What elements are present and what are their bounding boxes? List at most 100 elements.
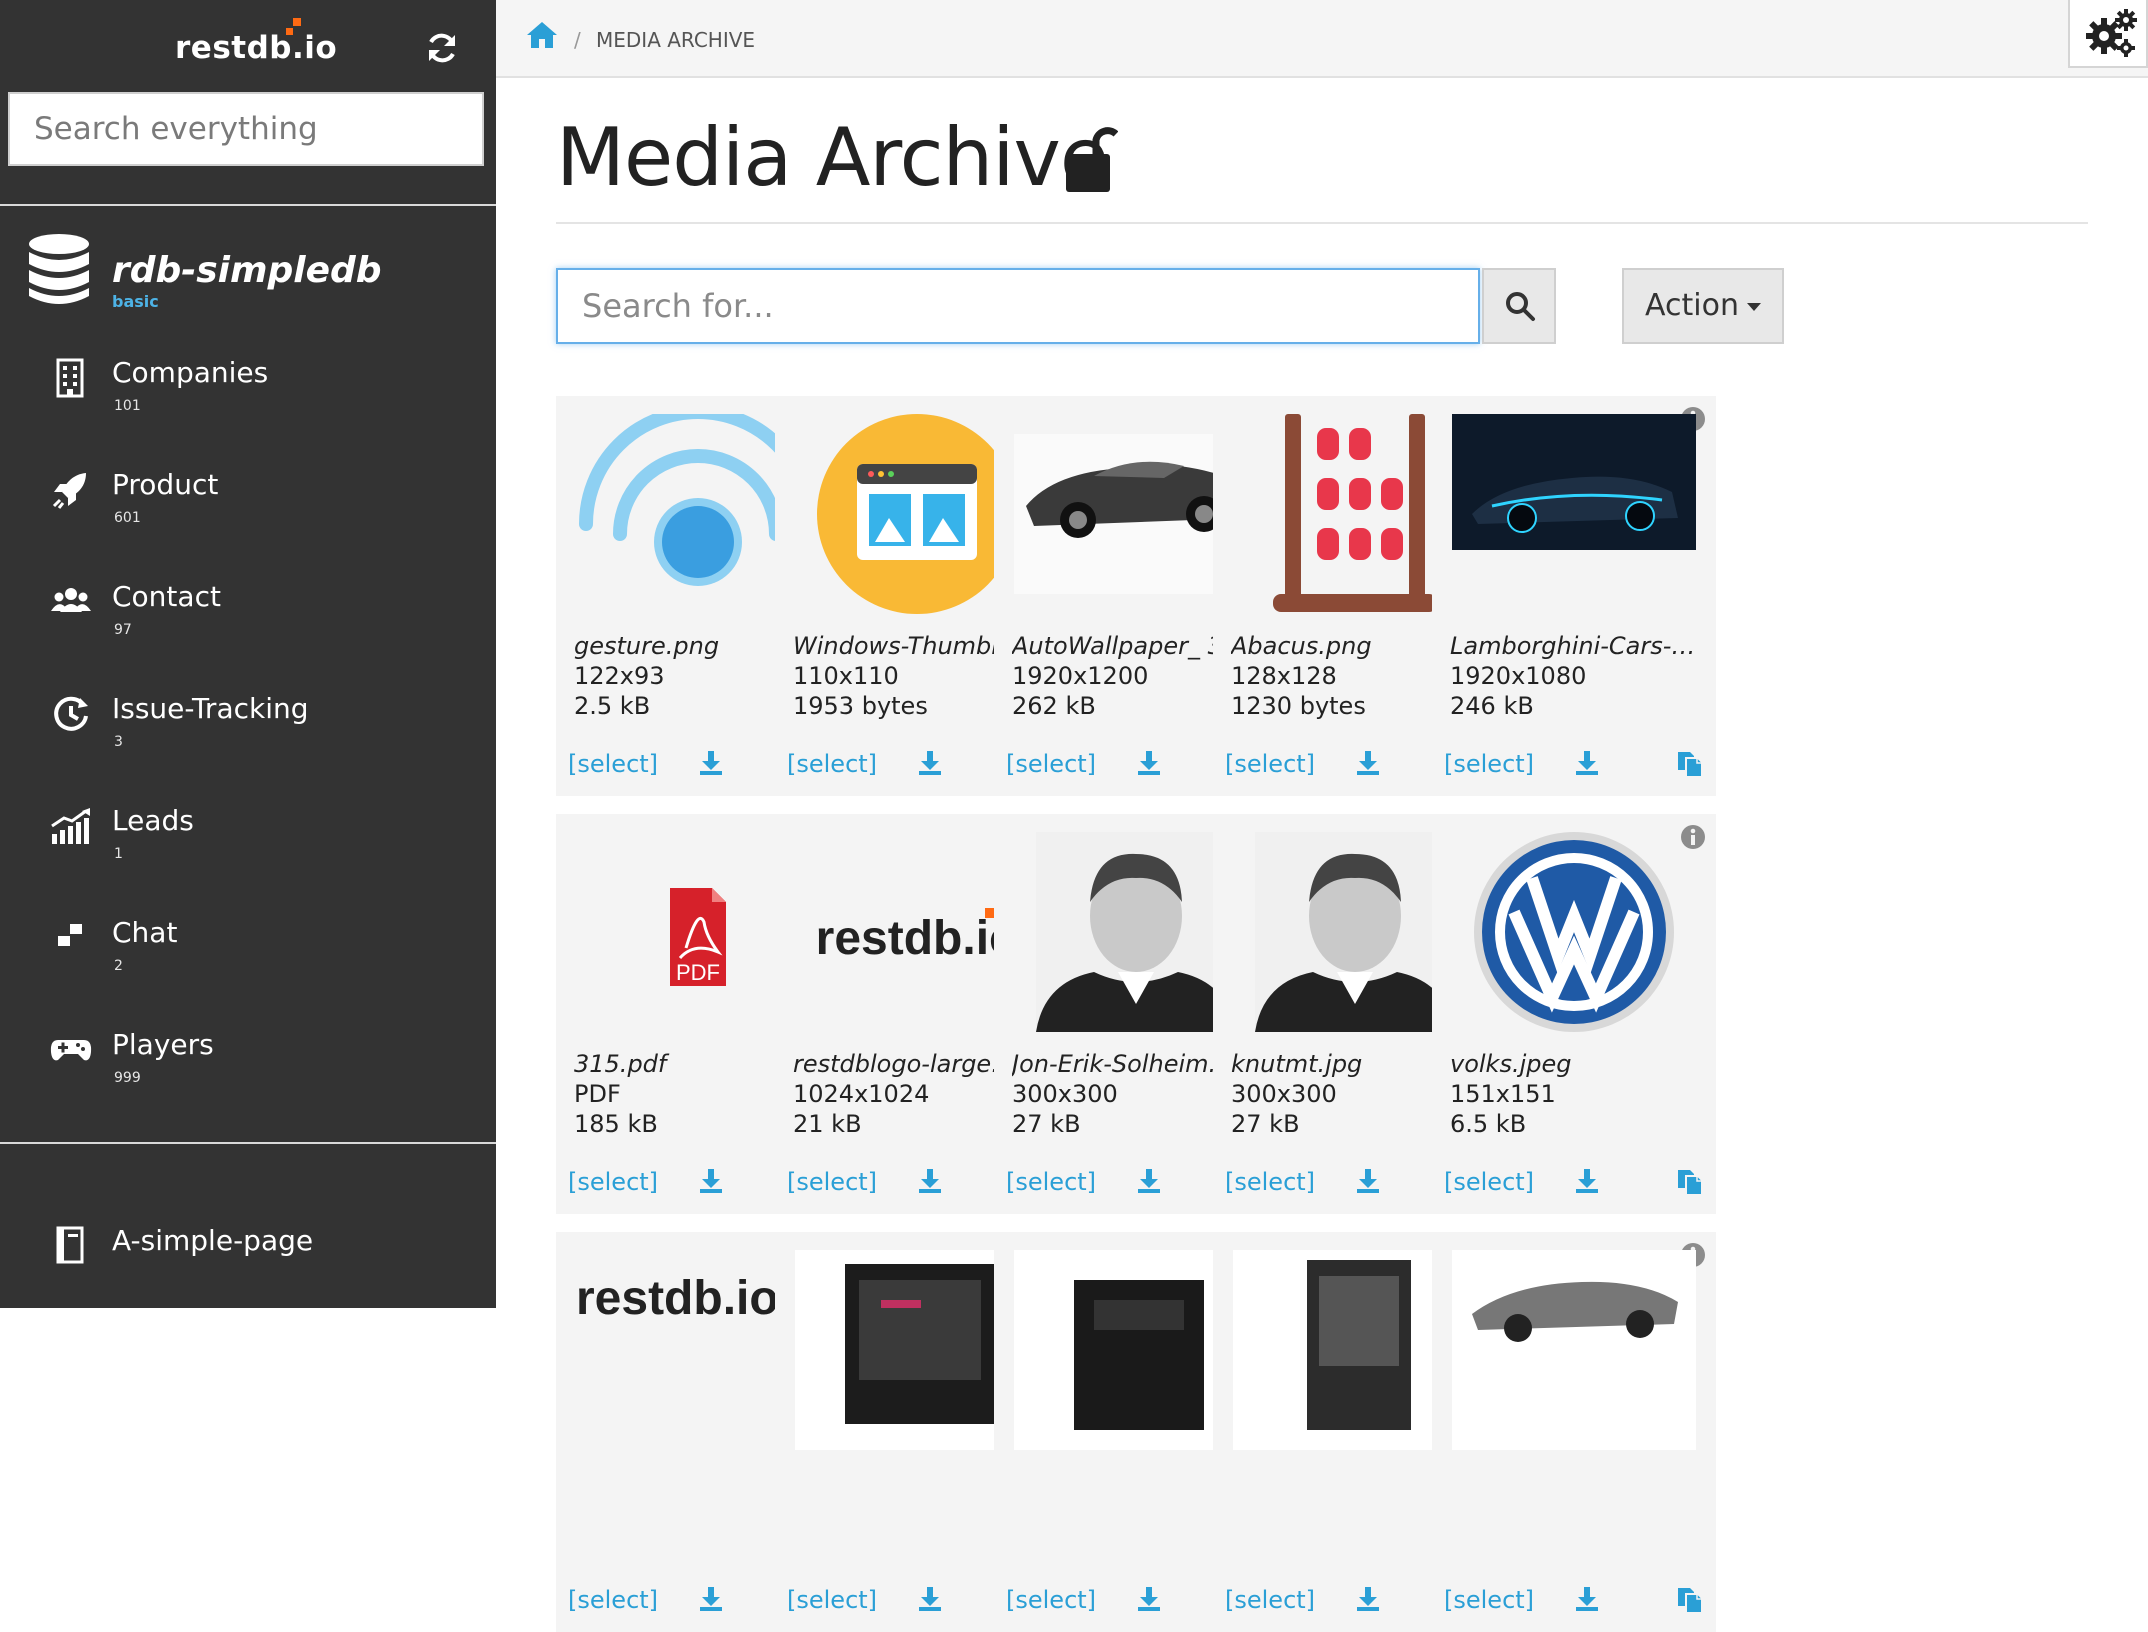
media-thumbnail[interactable] bbox=[1452, 1250, 1696, 1450]
download-icon[interactable] bbox=[1355, 1168, 1381, 1194]
users-icon bbox=[51, 588, 91, 612]
download-icon[interactable] bbox=[698, 750, 724, 776]
download-icon[interactable] bbox=[1574, 750, 1600, 776]
select-link[interactable]: [select] bbox=[1225, 750, 1315, 778]
download-icon[interactable] bbox=[698, 1586, 724, 1612]
download-icon[interactable] bbox=[917, 750, 943, 776]
gears-icon bbox=[2086, 9, 2137, 57]
media-dimensions: 122x93 bbox=[574, 662, 665, 690]
sidebar-item-label: Leads bbox=[112, 804, 194, 837]
media-thumbnail[interactable] bbox=[1452, 414, 1696, 614]
sidebar-page-a-simple-page[interactable]: A-simple-page bbox=[0, 1220, 496, 1320]
select-link[interactable]: [select] bbox=[1225, 1586, 1315, 1614]
sidebar-divider bbox=[0, 204, 496, 206]
rocket-icon bbox=[52, 473, 86, 509]
download-icon[interactable] bbox=[1574, 1586, 1600, 1612]
copy-icon[interactable] bbox=[1676, 750, 1704, 778]
media-filename: volks.jpeg bbox=[1450, 1050, 1572, 1078]
media-search-input[interactable] bbox=[556, 268, 1480, 344]
download-icon[interactable] bbox=[917, 1586, 943, 1612]
sidebar-item-product[interactable]: Product 601 bbox=[0, 464, 496, 564]
select-link[interactable]: [select] bbox=[787, 750, 877, 778]
download-icon[interactable] bbox=[1355, 1586, 1381, 1612]
media-dimensions: 151x151 bbox=[1450, 1080, 1556, 1108]
database-name[interactable]: rdb-simpledb bbox=[112, 250, 382, 291]
sidebar-divider bbox=[0, 1142, 496, 1144]
lamborghini-image bbox=[1452, 414, 1696, 550]
media-filesize: 2.5 kB bbox=[574, 692, 651, 720]
sidebar-item-label: Chat bbox=[112, 916, 178, 949]
search-button[interactable] bbox=[1482, 268, 1556, 344]
select-link[interactable]: [select] bbox=[1444, 750, 1534, 778]
media-card[interactable]: [select] bbox=[1432, 1232, 1716, 1632]
media-dimensions: 1920x1080 bbox=[1450, 662, 1587, 690]
unlock-icon[interactable] bbox=[1064, 124, 1118, 194]
brand-name: restdb.io bbox=[175, 30, 338, 66]
brand-mark-icon bbox=[286, 18, 301, 35]
gamepad-icon bbox=[50, 1040, 92, 1061]
sidebar-item-label: Companies bbox=[112, 356, 269, 389]
sidebar-item-chat[interactable]: Chat 2 bbox=[0, 912, 496, 1012]
media-dimensions: 300x300 bbox=[1231, 1080, 1337, 1108]
download-icon[interactable] bbox=[1136, 1168, 1162, 1194]
sidebar-item-leads[interactable]: Leads 1 bbox=[0, 800, 496, 900]
sidebar-item-count: 2 bbox=[114, 958, 123, 974]
tracking-icon bbox=[54, 696, 88, 731]
breadcrumb: / MEDIA ARCHIVE bbox=[496, 0, 2148, 78]
action-label: Action bbox=[1645, 288, 1739, 323]
chart-bars-icon bbox=[51, 808, 90, 844]
copy-icon[interactable] bbox=[1676, 1168, 1704, 1196]
silver-car-image bbox=[1452, 1250, 1696, 1450]
media-card[interactable]: Lamborghini-Cars-HD-... 1920x1080 246 kB… bbox=[1432, 396, 1716, 796]
select-link[interactable]: [select] bbox=[1444, 1168, 1534, 1196]
action-dropdown-button[interactable]: Action bbox=[1622, 268, 1784, 344]
svg-text:restdb.io: restdb.io bbox=[576, 1272, 779, 1325]
home-icon[interactable] bbox=[526, 20, 558, 50]
sidebar-search-input[interactable] bbox=[8, 92, 484, 166]
sidebar-item-players[interactable]: Players 999 bbox=[0, 1024, 496, 1124]
download-icon[interactable] bbox=[1355, 750, 1381, 776]
media-dimensions: 110x110 bbox=[793, 662, 899, 690]
select-link[interactable]: [select] bbox=[568, 750, 658, 778]
select-link[interactable]: [select] bbox=[787, 1586, 877, 1614]
download-icon[interactable] bbox=[698, 1168, 724, 1194]
refresh-icon[interactable] bbox=[424, 30, 460, 66]
select-link[interactable]: [select] bbox=[1006, 1168, 1096, 1196]
sidebar-item-count: 1 bbox=[114, 846, 123, 862]
title-divider bbox=[556, 222, 2088, 224]
download-icon[interactable] bbox=[1136, 1586, 1162, 1612]
media-thumbnail[interactable] bbox=[1452, 832, 1696, 1032]
page-title: Media Archive bbox=[556, 111, 1109, 204]
select-link[interactable]: [select] bbox=[568, 1586, 658, 1614]
brand-logo[interactable]: restdb.io bbox=[175, 30, 337, 66]
volkswagen-logo-image bbox=[1474, 832, 1674, 1032]
database-plan-badge: basic bbox=[112, 292, 159, 311]
breadcrumb-current: MEDIA ARCHIVE bbox=[596, 28, 756, 52]
select-link[interactable]: [select] bbox=[1444, 1586, 1534, 1614]
media-filesize: 27 kB bbox=[1012, 1110, 1081, 1138]
media-card[interactable]: volks.jpeg 151x151 6.5 kB [select] bbox=[1432, 814, 1716, 1214]
settings-button[interactable] bbox=[2068, 0, 2148, 68]
download-icon[interactable] bbox=[1574, 1168, 1600, 1194]
media-dimensions: PDF bbox=[574, 1080, 621, 1108]
media-filesize: 1953 bytes bbox=[793, 692, 928, 720]
download-icon[interactable] bbox=[917, 1168, 943, 1194]
media-dimensions: 128x128 bbox=[1231, 662, 1337, 690]
sidebar-item-issue-tracking[interactable]: Issue-Tracking 3 bbox=[0, 688, 496, 788]
select-link[interactable]: [select] bbox=[568, 1168, 658, 1196]
copy-icon[interactable] bbox=[1676, 1586, 1704, 1614]
select-link[interactable]: [select] bbox=[787, 1168, 877, 1196]
select-link[interactable]: [select] bbox=[1006, 1586, 1096, 1614]
sidebar-item-count: 999 bbox=[114, 1070, 141, 1086]
download-icon[interactable] bbox=[1136, 750, 1162, 776]
sidebar-page-label: A-simple-page bbox=[112, 1224, 314, 1257]
media-filesize: 21 kB bbox=[793, 1110, 862, 1138]
media-dimensions: 1920x1200 bbox=[1012, 662, 1149, 690]
breadcrumb-separator: / bbox=[574, 28, 581, 52]
sidebar-item-contact[interactable]: Contact 97 bbox=[0, 576, 496, 676]
sidebar-item-companies[interactable]: Companies 101 bbox=[0, 352, 496, 452]
sidebar-item-label: Contact bbox=[112, 580, 221, 613]
select-link[interactable]: [select] bbox=[1006, 750, 1096, 778]
main-content: / MEDIA ARCHIVE Media Archive Search for… bbox=[496, 0, 2148, 1632]
select-link[interactable]: [select] bbox=[1225, 1168, 1315, 1196]
